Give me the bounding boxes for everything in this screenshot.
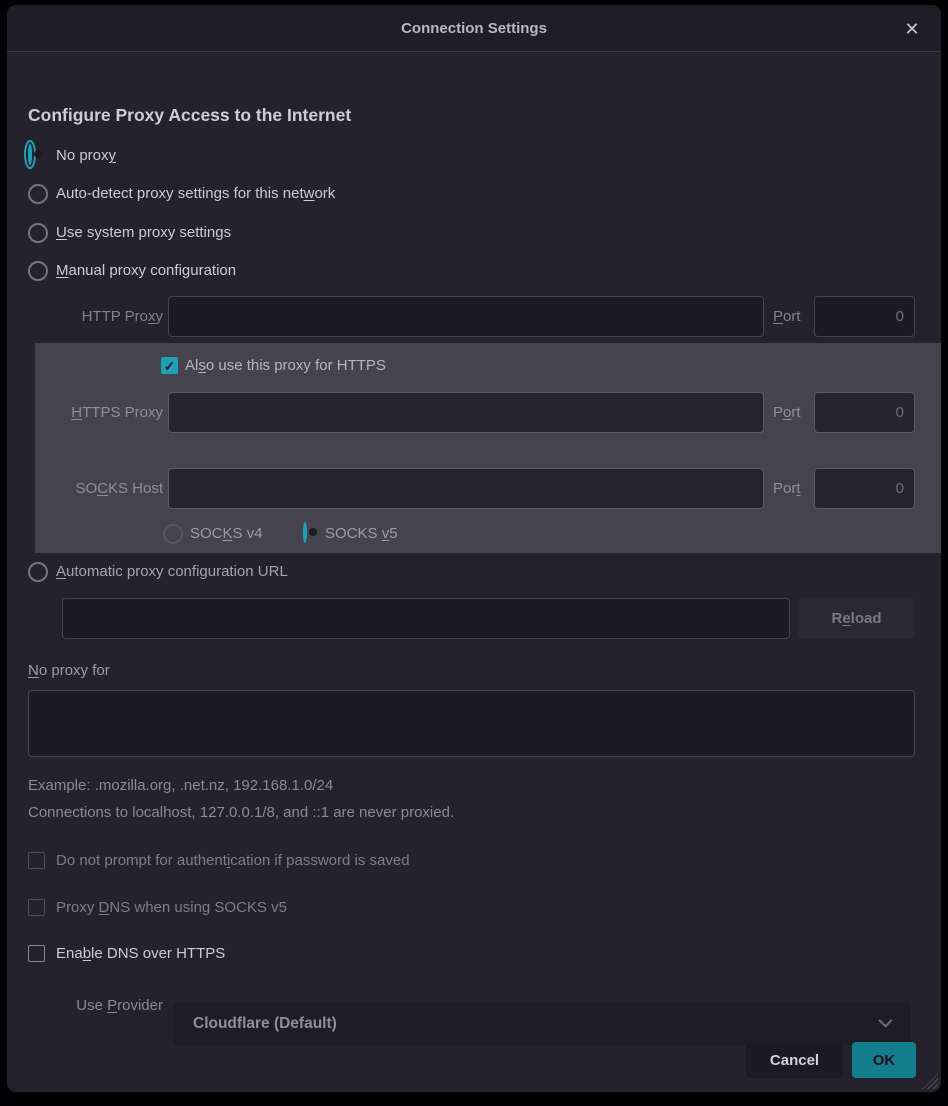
use-provider-label: Use Provider <box>28 985 163 1027</box>
radio-socks-v4-label[interactable]: SOCKS v4 <box>190 523 263 545</box>
socks-host-input[interactable] <box>168 468 764 509</box>
resize-grip[interactable] <box>922 1073 938 1089</box>
also-https-checkbox[interactable]: ✓ <box>161 357 178 374</box>
provider-selected-value: Cloudflare (Default) <box>193 1015 337 1033</box>
http-proxy-input[interactable] <box>168 296 764 337</box>
radio-use-system-label[interactable]: Use system proxy settings <box>56 222 231 244</box>
http-port-label: Port <box>773 296 801 337</box>
socks-host-label: SOCKS Host <box>28 468 163 509</box>
radio-socks-v5[interactable] <box>303 522 307 543</box>
manual-proxy-highlight-panel <box>35 343 941 553</box>
dialog-title: Connection Settings <box>401 20 547 37</box>
https-port-input[interactable] <box>814 392 915 433</box>
radio-no-proxy-label[interactable]: No proxy <box>56 145 116 167</box>
chevron-down-icon <box>878 1014 892 1028</box>
close-icon[interactable]: ✕ <box>899 16 925 42</box>
check-icon: ✓ <box>164 359 176 373</box>
no-proxy-note-text: Connections to localhost, 127.0.0.1/8, a… <box>28 802 454 824</box>
radio-auto-url-label[interactable]: Automatic proxy configuration URL <box>56 561 288 583</box>
no-proxy-for-textarea[interactable] <box>28 690 915 757</box>
proxy-dns-label[interactable]: Proxy DNS when using SOCKS v5 <box>56 897 287 919</box>
page-heading: Configure Proxy Access to the Internet <box>28 104 351 126</box>
https-port-label: Port <box>773 392 801 433</box>
no-prompt-auth-label[interactable]: Do not prompt for authentication if pass… <box>56 850 410 872</box>
radio-socks-v5-label[interactable]: SOCKS v5 <box>325 523 398 545</box>
radio-auto-detect[interactable] <box>28 184 48 204</box>
radio-no-proxy[interactable] <box>28 144 32 165</box>
cancel-button[interactable]: Cancel <box>746 1042 843 1078</box>
reload-button[interactable]: Reload <box>798 598 915 639</box>
https-proxy-label: HTTPS Proxy <box>28 392 163 433</box>
radio-socks-v4[interactable] <box>163 524 183 544</box>
ok-button[interactable]: OK <box>852 1042 916 1078</box>
no-proxy-for-label: No proxy for <box>28 660 110 682</box>
no-prompt-auth-checkbox[interactable] <box>28 852 45 869</box>
http-proxy-label: HTTP Proxy <box>28 296 163 337</box>
also-https-label[interactable]: Also use this proxy for HTTPS <box>185 355 386 377</box>
enable-doh-checkbox[interactable] <box>28 945 45 962</box>
radio-manual-label[interactable]: Manual proxy configuration <box>56 260 236 282</box>
radio-auto-detect-label[interactable]: Auto-detect proxy settings for this netw… <box>56 183 335 205</box>
radio-use-system[interactable] <box>28 223 48 243</box>
provider-select[interactable]: Cloudflare (Default) <box>173 1003 911 1045</box>
http-port-input[interactable] <box>814 296 915 337</box>
connection-settings-dialog: Connection Settings ✕ Configure Proxy Ac… <box>7 5 941 1092</box>
no-proxy-example-text: Example: .mozilla.org, .net.nz, 192.168.… <box>28 775 333 797</box>
auto-config-url-input[interactable] <box>62 598 790 639</box>
socks-port-label: Port <box>773 468 801 509</box>
https-proxy-input[interactable] <box>168 392 764 433</box>
radio-auto-url[interactable] <box>28 562 48 582</box>
dialog-titlebar: Connection Settings ✕ <box>7 5 941 52</box>
enable-doh-label[interactable]: Enable DNS over HTTPS <box>56 943 225 965</box>
proxy-dns-checkbox[interactable] <box>28 899 45 916</box>
radio-manual[interactable] <box>28 261 48 281</box>
socks-port-input[interactable] <box>814 468 915 509</box>
